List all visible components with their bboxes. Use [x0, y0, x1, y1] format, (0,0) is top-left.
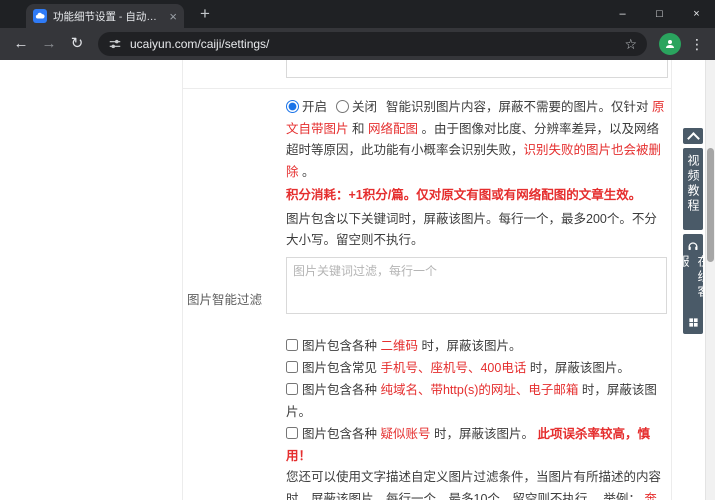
tab-close-icon[interactable]: ×: [169, 10, 177, 23]
browser-titlebar: 功能细节设置 - 自动文章采集 × + – □ ×: [0, 0, 715, 28]
qrcode-filter-row: 图片包含各种 二维码 时，屏蔽该图片。: [286, 335, 667, 357]
smart-recognition-description: 开启 关闭 智能识别图片内容，屏蔽不需要的图片。仅针对 原文自带图片 和 网络配图 …: [286, 97, 667, 183]
forward-icon[interactable]: →: [36, 28, 62, 60]
headset-icon: [687, 240, 699, 252]
custom-text: 您还可以使用文字描述自定义图片过滤条件，当图片有所描述的内容时，屏蔽该图片。每行…: [286, 470, 662, 500]
url-filter-checkbox[interactable]: [286, 383, 298, 395]
radio-on-label: 开启: [302, 100, 328, 114]
browser-menu-icon[interactable]: ⋮: [687, 36, 707, 53]
previous-setting-row: [183, 60, 671, 89]
account-filter-row: 图片包含各种 疑似账号 时，屏蔽该图片。 此项误杀率较高，慎用！: [286, 423, 667, 467]
refresh-icon[interactable]: ↻: [64, 28, 90, 60]
profile-avatar[interactable]: [659, 33, 681, 55]
browser-tab[interactable]: 功能细节设置 - 自动文章采集 ×: [26, 4, 184, 28]
video-tutorial-label: 视频教程: [686, 154, 700, 214]
url-text[interactable]: ucaiyun.com/caiji/settings/: [130, 37, 616, 51]
phone-filter-row: 图片包含常见 手机号、座机号、400电话 时，屏蔽该图片。: [286, 357, 667, 379]
site-info-icon[interactable]: [108, 37, 122, 51]
label-column: 图片智能过滤: [183, 89, 286, 500]
video-tutorial-button[interactable]: 视频教程: [683, 148, 703, 230]
intro-text: 智能识别图片内容，屏蔽不需要的图片。仅针对: [386, 100, 653, 114]
radio-off-option[interactable]: 关闭: [336, 100, 377, 114]
field-column: 开启 关闭 智能识别图片内容，屏蔽不需要的图片。仅针对 原文自带图片 和 网络配图 …: [286, 89, 671, 500]
checkbox-text: 图片包含各种: [302, 383, 381, 397]
browser-toolbar: ← → ↻ ucaiyun.com/caiji/settings/ ☆ ⋮: [0, 28, 715, 60]
settings-form: 图片智能过滤 开启 关闭 智能识别图片内容，屏蔽不需要的图片。仅针对 原文自带图片 …: [182, 60, 672, 500]
filter-checkbox-group: 图片包含各种 二维码 时，屏蔽该图片。 图片包含常见 手机号、座机号、400电话…: [286, 335, 667, 467]
checkbox-highlight: 二维码: [380, 339, 418, 353]
checkbox-text: 图片包含常见: [302, 361, 381, 375]
minimize-button[interactable]: –: [604, 0, 641, 28]
section-label: 图片智能过滤: [187, 293, 263, 307]
scroll-to-top-button[interactable]: [683, 128, 703, 145]
address-bar[interactable]: ucaiyun.com/caiji/settings/ ☆: [98, 32, 647, 56]
keyword-filter-textarea[interactable]: [286, 256, 667, 314]
scrollbar-thumb[interactable]: [707, 148, 714, 262]
account-filter-checkbox[interactable]: [286, 427, 298, 439]
close-button[interactable]: ×: [678, 0, 715, 28]
back-icon[interactable]: ←: [8, 28, 34, 60]
keyword-hint: 图片包含以下关键词时，屏蔽该图片。每行一个，最多200个。不分大小写。留空则不执…: [286, 211, 657, 248]
tab-title: 功能细节设置 - 自动文章采集: [53, 10, 163, 23]
intro-text: 。: [298, 164, 315, 179]
image-smart-filter-row: 图片智能过滤 开启 关闭 智能识别图片内容，屏蔽不需要的图片。仅针对 原文自带图片 …: [183, 89, 671, 500]
previous-field-textarea[interactable]: [286, 60, 668, 78]
custom-filter-description: 您还可以使用文字描述自定义图片过滤条件，当图片有所描述的内容时，屏蔽该图片。每行…: [286, 467, 667, 500]
checkbox-text: 时，屏蔽该图片。: [430, 427, 538, 441]
checkbox-highlight: 纯域名、带http(s)的网址、电子邮箱: [380, 383, 579, 397]
browser-window: 功能细节设置 - 自动文章采集 × + – □ × ← → ↻ ucaiyun.…: [0, 0, 715, 500]
phone-filter-checkbox[interactable]: [286, 361, 298, 373]
url-filter-row: 图片包含各种 纯域名、带http(s)的网址、电子邮箱 时，屏蔽该图片。: [286, 379, 667, 423]
credits-note: 积分消耗：+1积分/篇。仅对原文有图或有网络配图的文章生效。: [286, 188, 642, 202]
checkbox-text: 时，屏蔽该图片。: [526, 361, 630, 375]
chevron-up-icon: [686, 131, 700, 145]
checkbox-highlight: 手机号、座机号、400电话: [380, 361, 527, 375]
checkbox-highlight: 疑似账号: [380, 427, 431, 441]
radio-off[interactable]: [336, 100, 350, 113]
radio-off-label: 关闭: [352, 100, 378, 114]
checkbox-text: 图片包含各种: [302, 339, 381, 353]
page-scrollbar[interactable]: [705, 60, 715, 500]
online-service-button[interactable]: 在线客服: [676, 234, 710, 334]
checkbox-text: 时，屏蔽该图片。: [418, 339, 522, 353]
site-favicon-icon: [33, 9, 47, 23]
qr-grid-icon: [688, 317, 699, 328]
window-controls: – □ ×: [604, 0, 715, 28]
intro-highlight: 网络配图: [367, 121, 418, 136]
qrcode-filter-checkbox[interactable]: [286, 339, 298, 351]
radio-on[interactable]: [286, 100, 299, 113]
new-tab-button[interactable]: +: [194, 3, 216, 25]
page-content: 图片智能过滤 开启 关闭 智能识别图片内容，屏蔽不需要的图片。仅针对 原文自带图片 …: [0, 60, 715, 500]
bookmark-star-icon[interactable]: ☆: [624, 36, 637, 53]
radio-on-option[interactable]: 开启: [286, 100, 327, 114]
intro-text: 和: [348, 121, 368, 136]
maximize-button[interactable]: □: [641, 0, 678, 28]
checkbox-text: 图片包含各种: [302, 427, 381, 441]
